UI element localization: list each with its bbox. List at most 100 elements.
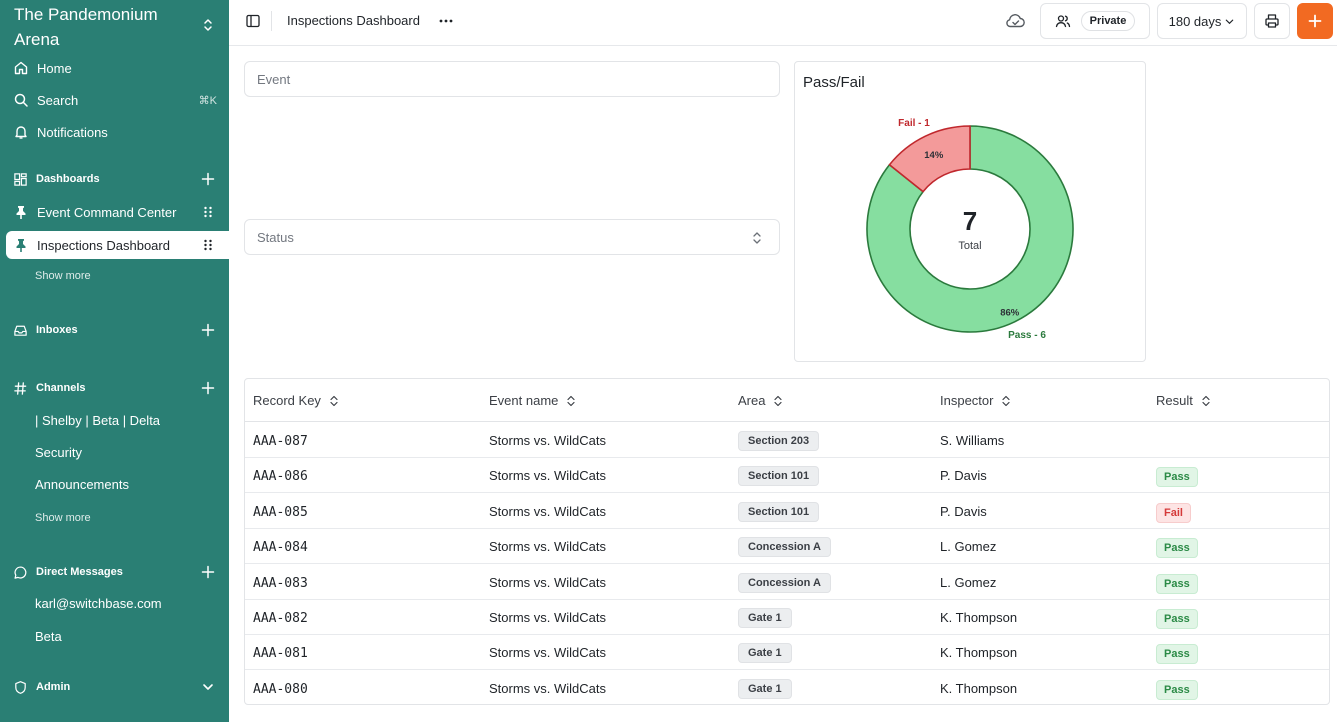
channel-item[interactable]: Security [35, 445, 82, 460]
sort-icon [1002, 395, 1011, 406]
users-icon [1055, 15, 1070, 28]
sidebar: The Pandemonium Arena Home Search ⌘K Not… [0, 0, 229, 722]
drag-handle-icon[interactable] [201, 238, 215, 252]
record-key-cell: AAA-087 [253, 434, 308, 449]
chevron-down-icon[interactable] [201, 680, 215, 694]
cloud-sync-icon [1006, 14, 1025, 28]
area-tag: Gate 1 [738, 643, 792, 664]
fail-percent-label: 14% [924, 150, 944, 161]
inspector-cell: L. Gomez [940, 574, 997, 590]
sort-icon [1202, 395, 1210, 406]
section-direct-messages[interactable]: Direct Messages [6, 560, 229, 584]
chevron-down-icon [1226, 19, 1234, 24]
drag-handle-icon[interactable] [201, 205, 215, 219]
workspace-name[interactable]: The Pandemonium Arena [14, 2, 184, 52]
add-button[interactable] [1297, 3, 1333, 39]
section-dashboards[interactable]: Dashboards [6, 167, 229, 191]
event-name-cell: Storms vs. WildCats [489, 468, 607, 484]
section-admin[interactable]: Admin [6, 675, 229, 699]
add-inbox-icon[interactable] [201, 323, 215, 337]
result-badge: Pass [1156, 679, 1198, 700]
result-badge: Pass [1156, 538, 1198, 559]
select-chevron-icon [753, 232, 761, 244]
event-filter-placeholder: Event [257, 71, 291, 87]
area-tag: Gate 1 [738, 678, 792, 699]
record-key-cell: AAA-084 [253, 540, 308, 556]
result-badge: Fail [1156, 502, 1191, 523]
column-header-event-name[interactable]: Event name [489, 393, 576, 408]
nav-search[interactable]: Search ⌘K [6, 86, 229, 114]
add-channel-icon[interactable] [201, 381, 215, 395]
record-key-cell: AAA-080 [253, 681, 308, 697]
status-filter[interactable]: Status [244, 219, 780, 255]
result-badge: Pass [1156, 573, 1198, 594]
area-tag: Concession A [738, 537, 831, 558]
channel-item[interactable]: Announcements [35, 477, 129, 492]
sidebar-toggle-icon[interactable] [245, 13, 261, 29]
nav-search-label: Search [37, 92, 79, 108]
private-badge: Private [1080, 11, 1136, 31]
nav-home-label: Home [37, 60, 72, 76]
dashboard-item-event-command-center[interactable]: Event Command Center [6, 198, 229, 226]
bell-icon [15, 126, 27, 139]
channel-item[interactable]: | Shelby | Beta | Delta [35, 413, 160, 428]
visibility-button[interactable]: Private [1040, 3, 1150, 39]
column-header-record-key[interactable]: Record Key [253, 393, 339, 408]
table-row[interactable]: AAA-087 Storms vs. WildCats Section 203 S. … [245, 423, 1329, 458]
inspector-cell: K. Thompson [940, 680, 1018, 696]
dashboard-item-inspections-dashboard[interactable]: Inspections Dashboard [6, 231, 229, 259]
add-dashboard-icon[interactable] [201, 172, 215, 186]
section-inboxes[interactable]: Inboxes [6, 318, 229, 342]
table-row[interactable]: AAA-086 Storms vs. WildCats Section 101 P. … [245, 458, 1329, 494]
record-key-cell: AAA-085 [253, 504, 308, 520]
sort-icon [774, 395, 783, 406]
inspector-cell: K. Thompson [940, 645, 1018, 661]
sort-icon [330, 395, 338, 406]
chat-bubble-icon [14, 565, 27, 579]
table-row[interactable]: AAA-083 Storms vs. WildCats Concession A L.… [245, 565, 1329, 600]
nav-notifications[interactable]: Notifications [6, 118, 229, 146]
status-filter-placeholder: Status [257, 229, 294, 245]
column-header-area[interactable]: Area [738, 393, 783, 408]
print-button[interactable] [1254, 3, 1290, 39]
divider [271, 11, 272, 31]
dashboard-item-label: Event Command Center [37, 204, 177, 220]
table-row[interactable]: AAA-084 Storms vs. WildCats Concession A L.… [245, 529, 1329, 565]
event-name-cell: Storms vs. WildCats [489, 645, 607, 661]
table-row[interactable]: AAA-081 Storms vs. WildCats Gate 1 K. Thomp… [245, 635, 1329, 671]
inspections-table: Record Key Event name Area Inspector Res… [244, 378, 1330, 705]
direct-message-item[interactable]: karl@switchbase.com [35, 596, 162, 611]
more-options-icon[interactable] [438, 13, 454, 29]
hash-icon [14, 381, 27, 395]
add-direct-message-icon[interactable] [201, 565, 215, 579]
table-row[interactable]: AAA-085 Storms vs. WildCats Section 101 P. … [245, 494, 1329, 529]
inspector-cell: P. Davis [940, 503, 987, 519]
nav-home[interactable]: Home [6, 54, 229, 82]
area-tag: Gate 1 [738, 608, 792, 628]
workspace-switcher-icon[interactable] [200, 17, 216, 33]
table-row[interactable]: AAA-080 Storms vs. WildCats Gate 1 K. Thomp… [245, 671, 1329, 704]
date-range-label: 180 days [1168, 13, 1222, 29]
dashboards-show-more[interactable]: Show more [35, 270, 91, 282]
event-name-cell: Storms vs. WildCats [489, 574, 607, 590]
result-badge: Pass [1156, 609, 1198, 629]
table-header: Record Key Event name Area Inspector Res… [245, 379, 1329, 422]
event-name-cell: Storms vs. WildCats [489, 539, 607, 555]
column-header-label: Area [738, 393, 766, 408]
date-range-select[interactable]: 180 days [1157, 3, 1247, 39]
pass-slice-label: Pass - 6 [1008, 330, 1046, 341]
event-filter[interactable]: Event [244, 61, 780, 97]
pass-fail-chart-card: Pass/Fail 86% 14% Pass - 6 Fail - 1 7 Total [794, 61, 1146, 362]
section-channels-label: Channels [36, 382, 86, 394]
area-tag: Section 101 [738, 466, 820, 487]
table-row[interactable]: AAA-082 Storms vs. WildCats Gate 1 K. Thomp… [245, 600, 1329, 635]
column-header-inspector[interactable]: Inspector [940, 393, 1011, 408]
column-header-result[interactable]: Result [1156, 393, 1211, 408]
record-key-cell: AAA-082 [253, 611, 308, 626]
direct-message-item[interactable]: Beta [35, 629, 62, 644]
total-label: Total [958, 240, 981, 252]
area-tag: Section 203 [738, 431, 820, 451]
channels-show-more[interactable]: Show more [35, 512, 91, 524]
section-channels[interactable]: Channels [6, 376, 229, 400]
home-icon [14, 61, 28, 75]
